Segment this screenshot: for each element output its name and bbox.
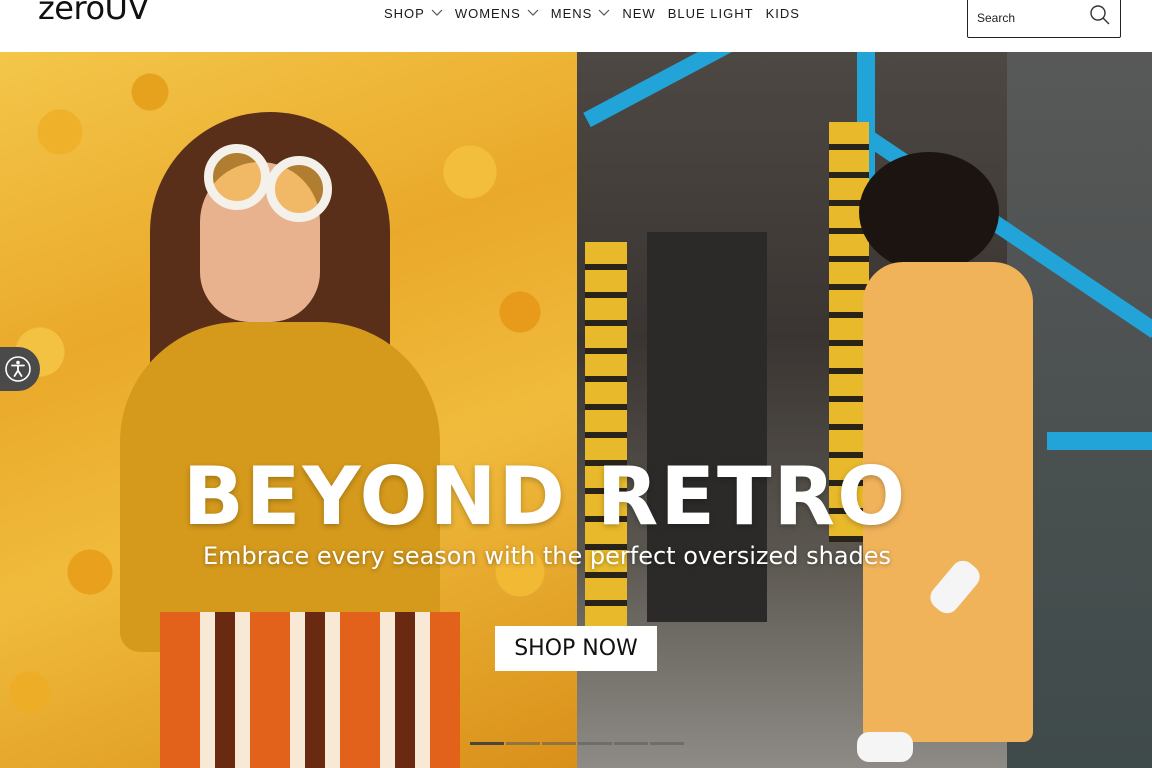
nav-item-label: MENS [550,5,593,21]
chevron-down-icon [598,9,610,16]
slider-dot[interactable] [614,742,648,745]
slider-dot[interactable] [578,742,612,745]
retro-pattern-skirt [160,612,460,768]
hero-title: BEYOND RETRO [182,450,908,543]
hero-image-left [0,52,577,768]
nav-item-label: NEW [622,5,656,21]
search-input[interactable] [977,9,1087,27]
slider-dot[interactable] [542,742,576,745]
nav-item-mens[interactable]: MENS [551,6,611,21]
main-nav: SHOP WOMENS MENS NEW BLUE LIGHT KIDS [384,4,812,22]
nav-item-blue-light[interactable]: BLUE LIGHT [668,6,754,21]
chevron-down-icon [431,9,443,16]
hero-banner[interactable]: BEYOND RETRO Embrace every season with t… [0,52,1152,768]
slider-dot[interactable] [470,742,504,745]
slider-dot[interactable] [650,742,684,745]
nav-item-label: BLUE LIGHT [667,5,754,21]
nav-item-kids[interactable]: KIDS [766,6,800,21]
chevron-down-icon [527,9,539,16]
model-hair-shape [859,152,999,272]
sunglasses-lens-icon [266,156,332,222]
slider-dot[interactable] [506,742,540,745]
sunglasses-lens-icon [204,144,270,210]
search-box [967,0,1121,38]
search-icon[interactable] [1088,3,1112,27]
sneaker-shape [857,732,913,762]
nav-item-label: WOMENS [454,5,521,21]
nav-item-womens[interactable]: WOMENS [455,6,539,21]
nav-item-new[interactable]: NEW [622,6,655,21]
blue-scaffold-bar [583,52,1050,128]
shop-now-button[interactable]: SHOP NOW [495,626,657,671]
site-header: zeroUV SHOP WOMENS MENS NEW BLUE LIGHT K… [0,0,1152,52]
blue-scaffold-bar [1047,432,1152,450]
brand-logo[interactable]: zeroUV [38,0,149,28]
hero-subtitle: Embrace every season with the perfect ov… [202,542,892,570]
accessibility-icon [5,356,31,382]
nav-item-label: KIDS [765,5,800,21]
hero-image-right [577,52,1152,768]
slider-pagination [470,742,686,745]
nav-item-shop[interactable]: SHOP [384,6,443,21]
nav-item-label: SHOP [384,5,425,21]
